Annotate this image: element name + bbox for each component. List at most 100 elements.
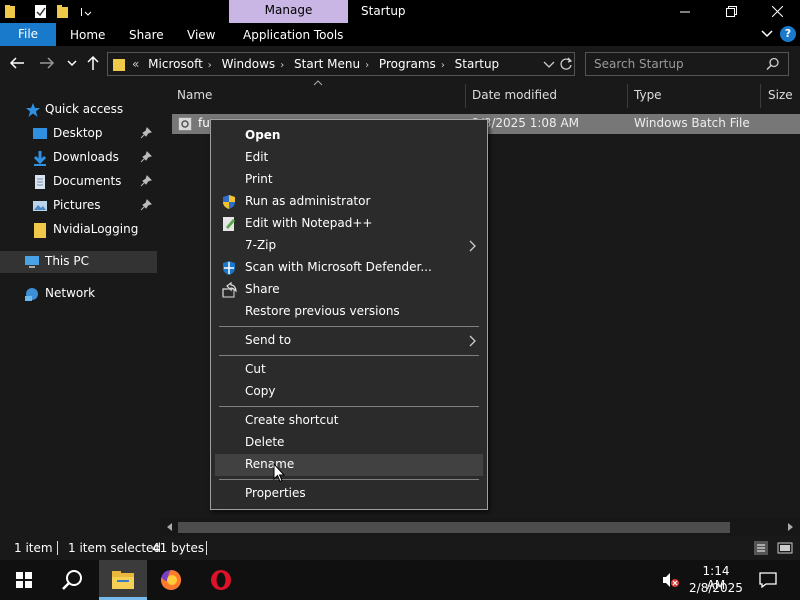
breadcrumb-microsoft[interactable]: Microsoft: [148, 57, 203, 71]
start-button[interactable]: [0, 560, 48, 600]
column-header-date[interactable]: Date modified: [472, 88, 557, 102]
column-divider[interactable]: [760, 84, 761, 108]
menu-item-delete[interactable]: Delete: [215, 432, 483, 454]
menu-item-share[interactable]: Share: [215, 279, 483, 301]
chevron-right-icon[interactable]: ›: [280, 60, 284, 71]
column-header-type[interactable]: Type: [634, 88, 662, 102]
back-button[interactable]: [8, 54, 26, 72]
nav-item-label: NvidiaLogging: [53, 222, 139, 236]
menu-item-edit[interactable]: Edit: [215, 147, 483, 169]
recent-locations-button[interactable]: [63, 54, 81, 72]
nav-item-pictures[interactable]: Pictures: [0, 195, 157, 217]
refresh-icon[interactable]: [559, 56, 573, 72]
nav-item-this-pc[interactable]: This PC: [0, 251, 157, 273]
help-icon[interactable]: ?: [780, 26, 796, 42]
scroll-left-icon[interactable]: [165, 522, 173, 532]
windows-logo-icon: [16, 572, 32, 588]
up-button[interactable]: [84, 54, 102, 72]
menu-separator: [219, 479, 479, 480]
menu-item-7zip[interactable]: 7-Zip: [215, 235, 483, 257]
context-menu: Open Edit Print Run as administrator Edi…: [210, 119, 488, 510]
menu-item-copy[interactable]: Copy: [215, 381, 483, 403]
nav-item-nvidialogging[interactable]: NvidiaLogging: [0, 219, 157, 241]
volume-muted-icon[interactable]: [662, 572, 680, 588]
nav-item-network[interactable]: Network: [0, 283, 157, 305]
minimize-button[interactable]: [662, 0, 708, 23]
menu-item-label: Delete: [245, 435, 285, 449]
documents-icon: [35, 175, 45, 189]
folder-icon: [5, 5, 15, 18]
nav-item-label: Documents: [53, 174, 122, 188]
chevron-right-icon[interactable]: ›: [365, 60, 369, 71]
large-icons-view-icon[interactable]: [777, 541, 793, 555]
chevron-down-icon[interactable]: [542, 56, 556, 72]
notifications-icon[interactable]: [759, 572, 777, 588]
details-view-icon[interactable]: [754, 541, 768, 555]
menu-item-restore-previous-versions[interactable]: Restore previous versions: [215, 301, 483, 323]
close-button[interactable]: [754, 0, 800, 23]
pin-icon[interactable]: [140, 127, 152, 139]
horizontal-scrollbar[interactable]: [160, 518, 800, 536]
menu-separator: [219, 355, 479, 356]
breadcrumb-startup[interactable]: Startup: [455, 57, 500, 71]
scrollbar-thumb[interactable]: [178, 522, 730, 533]
chevron-down-icon[interactable]: [760, 26, 774, 40]
menu-item-open[interactable]: Open: [215, 125, 483, 147]
qat-customize-icon[interactable]: [78, 4, 92, 19]
folder-icon: [34, 223, 46, 238]
status-selected: 1 item selected: [68, 541, 162, 555]
nav-item-quick-access[interactable]: Quick access: [0, 99, 157, 121]
chevron-right-icon[interactable]: ›: [208, 60, 212, 71]
chevron-right-icon[interactable]: ›: [441, 60, 445, 71]
menu-item-edit-with-notepadpp[interactable]: Edit with Notepad++: [215, 213, 483, 235]
tab-application-tools[interactable]: Application Tools: [243, 28, 343, 42]
menu-item-rename[interactable]: Rename: [215, 454, 483, 476]
menu-item-send-to[interactable]: Send to: [215, 330, 483, 352]
new-folder-icon[interactable]: [56, 4, 70, 19]
menu-item-cut[interactable]: Cut: [215, 359, 483, 381]
menu-item-scan-defender[interactable]: Scan with Microsoft Defender...: [215, 257, 483, 279]
column-divider[interactable]: [627, 84, 628, 108]
chevron-down-icon: [67, 60, 77, 67]
menu-item-properties[interactable]: Properties: [215, 483, 483, 505]
tab-file[interactable]: File: [0, 23, 56, 46]
column-header-name[interactable]: Name: [177, 88, 212, 102]
menu-item-run-as-administrator[interactable]: Run as administrator: [215, 191, 483, 213]
arrow-right-icon: [40, 57, 55, 69]
file-explorer-icon: [112, 571, 134, 589]
pin-icon[interactable]: [140, 151, 152, 163]
nav-item-downloads[interactable]: Downloads: [0, 147, 157, 169]
breadcrumb-windows[interactable]: Windows: [222, 57, 276, 71]
taskbar-firefox[interactable]: [147, 560, 195, 600]
tab-manage[interactable]: Manage: [229, 0, 348, 23]
menu-item-label: Properties: [245, 486, 306, 500]
search-button[interactable]: [48, 560, 96, 600]
tab-share[interactable]: Share: [129, 28, 164, 42]
clock-date[interactable]: 2/8/2025: [688, 581, 744, 595]
menu-item-print[interactable]: Print: [215, 169, 483, 191]
tab-view[interactable]: View: [187, 28, 215, 42]
properties-icon[interactable]: [34, 4, 48, 19]
forward-button[interactable]: [38, 54, 56, 72]
scroll-right-icon[interactable]: [787, 522, 795, 532]
tab-home[interactable]: Home: [70, 28, 105, 42]
pin-icon[interactable]: [140, 175, 152, 187]
breadcrumb-overflow[interactable]: «: [132, 57, 139, 71]
taskbar-file-explorer[interactable]: [99, 560, 147, 600]
nav-item-documents[interactable]: Documents: [0, 171, 157, 193]
menu-item-create-shortcut[interactable]: Create shortcut: [215, 410, 483, 432]
breadcrumb-programs[interactable]: Programs: [379, 57, 436, 71]
column-divider[interactable]: [465, 84, 466, 108]
window-title: Startup: [361, 4, 406, 18]
breadcrumb-start-menu[interactable]: Start Menu: [294, 57, 360, 71]
chevron-right-icon: [469, 335, 476, 347]
address-bar[interactable]: « Microsoft › Windows › Start Menu › Progra…: [107, 52, 575, 76]
column-header-size[interactable]: Size: [768, 88, 793, 102]
pin-icon[interactable]: [140, 199, 152, 211]
taskbar-opera[interactable]: [197, 560, 245, 600]
restore-icon: [725, 6, 737, 17]
nav-item-desktop[interactable]: Desktop: [0, 123, 157, 145]
maximize-button[interactable]: [708, 0, 754, 23]
search-input[interactable]: Search Startup: [585, 52, 789, 76]
taskbar: 1:14 AM 2/8/2025: [0, 560, 800, 600]
